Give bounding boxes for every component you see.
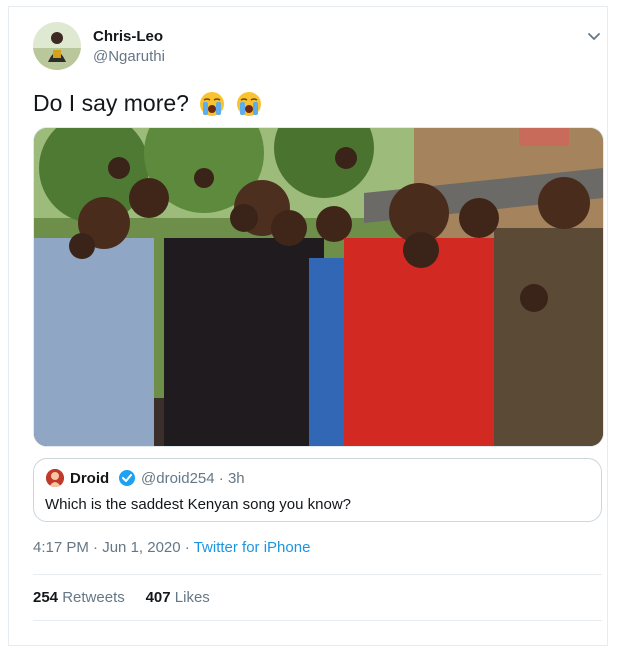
divider: [33, 620, 602, 621]
quoted-time: 3h: [227, 470, 245, 487]
quoted-handle: @droid254: [141, 470, 215, 487]
divider: [33, 574, 602, 575]
tweet-time[interactable]: 4:17 PM: [33, 539, 89, 556]
tweet-body: Do I say more?: [33, 90, 189, 116]
chevron-down-icon[interactable]: [584, 27, 604, 47]
meta-dot: ·: [184, 539, 190, 556]
meta-dot: ·: [93, 539, 99, 556]
tweet-stats: 254 Retweets 407 Likes: [33, 589, 210, 606]
author-name[interactable]: Chris-Leo: [93, 28, 163, 45]
retweets-count: 254: [33, 589, 59, 606]
quoted-name: Droid: [70, 470, 110, 487]
crying-face-icon: [236, 92, 261, 116]
author-avatar[interactable]: [33, 22, 81, 70]
quoted-text: Which is the saddest Kenyan song you kno…: [45, 496, 352, 513]
tweet-photo[interactable]: [33, 127, 604, 447]
quoted-separator: ·: [218, 470, 224, 487]
tweet-card: Chris-Leo @Ngaruthi Do I say more? Droid…: [8, 6, 608, 646]
tweet-meta: 4:17 PM · Jun 1, 2020 · Twitter for iPho…: [33, 539, 310, 556]
quoted-avatar: [46, 469, 64, 487]
likes-label: Likes: [174, 589, 210, 606]
retweets-stat[interactable]: 254 Retweets: [33, 589, 125, 606]
tweet-text: Do I say more?: [33, 90, 262, 117]
crying-face-icon: [200, 92, 225, 116]
likes-stat[interactable]: 407 Likes: [146, 589, 210, 606]
tweet-source-link[interactable]: Twitter for iPhone: [194, 539, 311, 556]
retweets-label: Retweets: [62, 589, 125, 606]
author-handle[interactable]: @Ngaruthi: [93, 48, 165, 65]
verified-badge-icon: [119, 470, 135, 486]
quoted-tweet[interactable]: Droid @droid254 · 3h Which is the saddes…: [33, 458, 602, 522]
quoted-handle-line: @droid254 · 3h: [141, 470, 245, 487]
tweet-date[interactable]: Jun 1, 2020: [102, 539, 180, 556]
likes-count: 407: [145, 589, 171, 606]
